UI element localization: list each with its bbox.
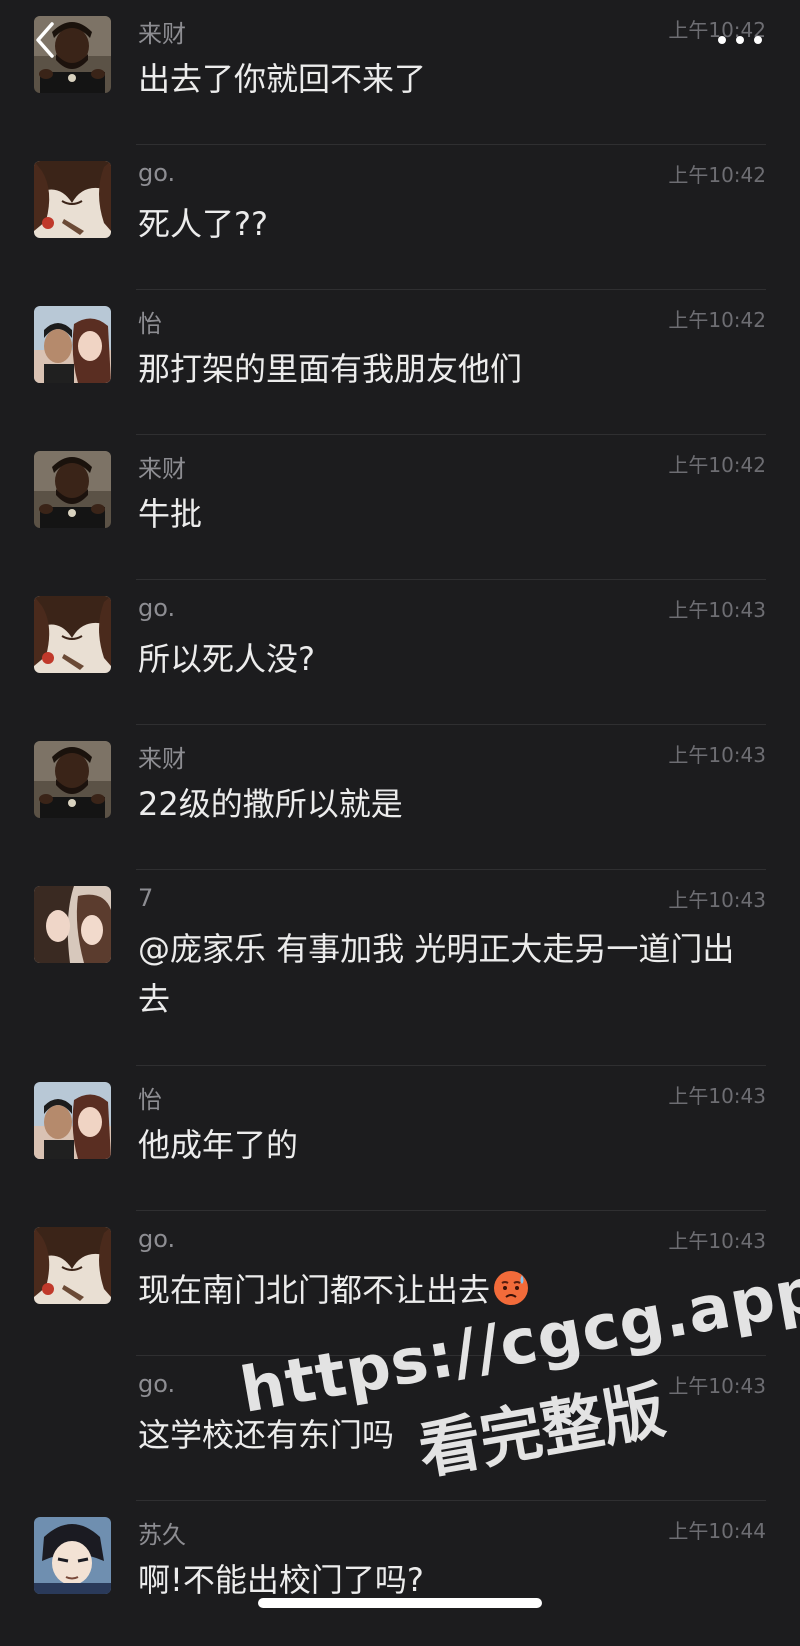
avatar[interactable]	[34, 451, 111, 528]
avatar[interactable]	[34, 741, 111, 818]
message-item[interactable]: 苏久 上午10:44 啊!不能出校门了吗?	[0, 1501, 800, 1646]
message-item[interactable]: go. 上午10:43 现在南门北门都不让出去	[0, 1211, 800, 1356]
message-item[interactable]: 来财 上午10:42 牛批	[0, 435, 800, 580]
message-time: 上午10:42	[668, 308, 766, 332]
message-text: @庞家乐 有事加我 光明正大走另一道门出去	[138, 930, 735, 1018]
message-text: 现在南门北门都不让出去	[138, 1265, 748, 1315]
sender-name: 来财	[138, 20, 186, 48]
anxious-face-emoji	[494, 1271, 529, 1305]
sender-name: go.	[138, 1370, 176, 1398]
message-time: 上午10:44	[668, 1519, 766, 1543]
message-text: 死人了??	[138, 205, 268, 243]
sender-name: 怡	[138, 310, 162, 338]
message-item[interactable]: 怡 上午10:43 他成年了的	[0, 1066, 800, 1211]
message-item[interactable]: 怡 上午10:42 那打架的里面有我朋友他们	[0, 290, 800, 435]
sender-name: go.	[138, 159, 176, 187]
message-time: 上午10:43	[668, 1374, 766, 1398]
sender-name: 7	[138, 884, 154, 912]
chevron-left-icon	[36, 22, 54, 58]
message-time: 上午10:43	[668, 598, 766, 622]
message-time: 上午10:42	[668, 453, 766, 477]
message-text: 这学校还有东门吗	[138, 1416, 395, 1454]
message-item[interactable]: go. 上午10:43 所以死人没?	[0, 580, 800, 725]
message-text: 所以死人没?	[138, 640, 315, 678]
message-time: 上午10:43	[668, 1084, 766, 1108]
sender-name: go.	[138, 1225, 176, 1253]
message-text: 出去了你就回不来了	[138, 60, 427, 98]
sender-name: 来财	[138, 745, 186, 773]
avatar[interactable]	[34, 1082, 111, 1159]
avatar[interactable]	[34, 886, 111, 963]
message-time: 上午10:43	[668, 743, 766, 767]
message-text: 那打架的里面有我朋友他们	[138, 350, 523, 388]
ellipsis-icon	[718, 36, 726, 44]
avatar[interactable]	[34, 1227, 111, 1304]
sender-name: 来财	[138, 455, 186, 483]
sender-name: go.	[138, 594, 176, 622]
message-time: 上午10:43	[668, 888, 766, 912]
avatar[interactable]	[34, 1517, 111, 1594]
message-item[interactable]: go. 上午10:42 死人了??	[0, 145, 800, 290]
sender-name: 怡	[138, 1086, 162, 1114]
sender-name: 苏久	[138, 1521, 186, 1549]
message-time: 上午10:43	[668, 1229, 766, 1253]
more-options-button[interactable]	[718, 32, 762, 48]
avatar[interactable]	[34, 306, 111, 383]
message-item[interactable]: 7 上午10:43 @庞家乐 有事加我 光明正大走另一道门出去	[0, 870, 800, 1066]
message-item[interactable]: 来财 上午10:42 出去了你就回不来了	[0, 0, 800, 145]
back-button[interactable]	[30, 16, 62, 64]
home-indicator[interactable]	[258, 1598, 542, 1608]
message-text: 牛批	[138, 495, 203, 533]
message-text: 22级的撒所以就是	[138, 785, 403, 823]
avatar[interactable]	[34, 596, 111, 673]
message-item[interactable]: go. 上午10:43 这学校还有东门吗	[0, 1356, 800, 1501]
message-item[interactable]: 来财 上午10:43 22级的撒所以就是	[0, 725, 800, 870]
message-time: 上午10:42	[668, 163, 766, 187]
message-text: 他成年了的	[138, 1126, 299, 1164]
avatar[interactable]	[34, 161, 111, 238]
chat-message-list[interactable]: 来财 上午10:42 出去了你就回不来了 go. 上午10:42 死人了?? 怡…	[0, 0, 800, 1646]
